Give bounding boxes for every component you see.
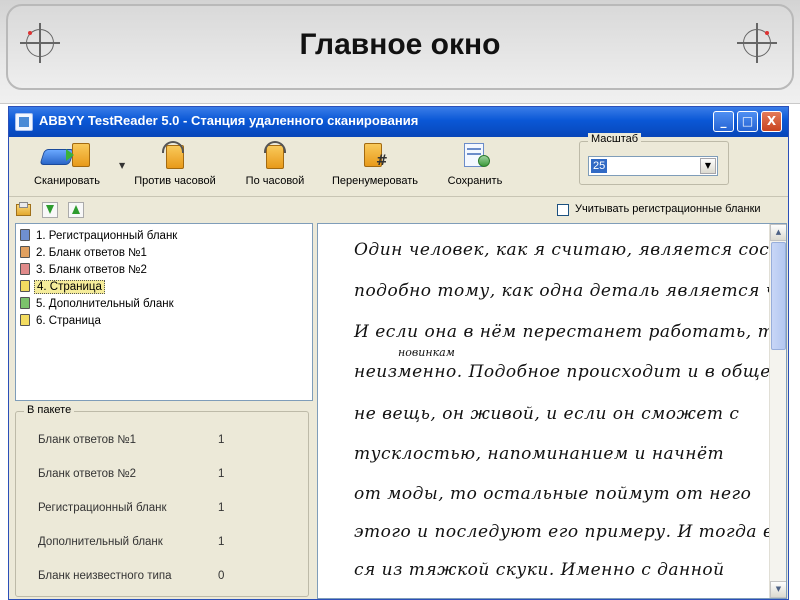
registration-form-icon xyxy=(20,229,30,241)
rotate-cw-label: По часовой xyxy=(245,175,305,187)
scan-button[interactable]: Сканировать xyxy=(19,139,115,195)
registration-forms-checkbox[interactable] xyxy=(557,204,569,216)
arrow-up-icon[interactable] xyxy=(67,201,85,219)
arrow-down-icon[interactable] xyxy=(41,201,59,219)
list-item[interactable]: 3. Бланк ответов №2 xyxy=(20,262,149,278)
open-batch-icon[interactable] xyxy=(15,201,33,219)
scan-dropdown-arrow-icon[interactable]: ▼ xyxy=(119,161,125,170)
list-item[interactable]: 6. Страница xyxy=(20,313,103,329)
list-item-label: 6. Страница xyxy=(36,315,101,327)
rotate-ccw-icon xyxy=(158,141,192,171)
packet-row-count: 1 xyxy=(218,536,225,548)
secondary-toolbar: Учитывать регистрационные бланки xyxy=(9,197,788,223)
scroll-down-icon[interactable]: ▼ xyxy=(770,581,786,598)
handwritten-line: ся из тяжкой скуки. Именно с данной xyxy=(354,560,725,580)
vertical-scrollbar[interactable]: ▲ ▼ xyxy=(769,224,786,598)
packet-row-label: Дополнительный бланк xyxy=(38,536,163,548)
packet-row-label: Бланк ответов №2 xyxy=(38,468,137,480)
handwritten-line: этого и последуют его примеру. И тогда в xyxy=(354,522,774,542)
list-item[interactable]: 1. Регистрационный бланк xyxy=(20,228,179,244)
rotate-cw-button[interactable]: По часовой xyxy=(237,139,313,195)
minimize-button[interactable]: _ xyxy=(713,111,734,132)
list-item[interactable]: 2. Бланк ответов №1 xyxy=(20,245,149,261)
answer-form-icon xyxy=(20,263,30,275)
handwritten-line: не вещь, он живой, и если он сможет с xyxy=(354,404,740,424)
window-title: ABBYY TestReader 5.0 - Станция удаленног… xyxy=(39,113,419,128)
main-toolbar: Сканировать ▼ Против часовой По часовой … xyxy=(9,133,788,197)
rotate-cw-icon xyxy=(258,141,292,171)
packet-row-label: Бланк ответов №1 xyxy=(38,434,137,446)
list-item-label: 1. Регистрационный бланк xyxy=(36,230,178,242)
list-item[interactable]: 5. Дополнительный бланк xyxy=(20,296,176,312)
list-item-label: 3. Бланк ответов №2 xyxy=(36,264,147,276)
packet-row-count: 1 xyxy=(218,502,225,514)
packet-row-count: 1 xyxy=(218,434,225,446)
packet-row-count: 1 xyxy=(218,468,225,480)
handwritten-line: И если она в нём перестанет работать, то xyxy=(354,322,785,342)
rotate-ccw-button[interactable]: Против часовой xyxy=(127,139,223,195)
save-button[interactable]: Сохранить xyxy=(437,139,513,195)
scan-button-label: Сканировать xyxy=(34,175,100,187)
packet-row-label: Регистрационный бланк xyxy=(38,502,167,514)
list-item-label: 5. Дополнительный бланк xyxy=(36,298,174,310)
scrollbar-thumb[interactable] xyxy=(771,242,786,350)
scanner-icon xyxy=(39,141,92,171)
app-icon xyxy=(15,113,33,131)
packet-summary-group: В пакете Бланк ответов №1 1 Бланк ответо… xyxy=(15,404,309,597)
answer-form-icon xyxy=(20,246,30,258)
save-icon xyxy=(458,141,492,171)
rotate-ccw-label: Против часовой xyxy=(134,175,216,187)
left-panel: 1. Регистрационный бланк 2. Бланк ответо… xyxy=(11,223,313,599)
packet-row-count: 0 xyxy=(218,570,225,582)
document-list: 1. Регистрационный бланк 2. Бланк ответо… xyxy=(15,223,313,401)
scale-group: Масштаб 25 ▼ xyxy=(579,133,729,185)
maximize-button[interactable]: □ xyxy=(737,111,758,132)
page-icon xyxy=(20,280,30,292)
app-window: ABBYY TestReader 5.0 - Станция удаленног… xyxy=(8,106,789,600)
list-item-selected[interactable]: 4. Страница xyxy=(20,279,105,295)
scale-value: 25 xyxy=(591,159,608,173)
list-item-label: 2. Бланк ответов №1 xyxy=(36,247,147,259)
handwritten-line: тусклостью, напоминанием и начнёт xyxy=(354,444,725,464)
additional-form-icon xyxy=(20,297,30,309)
slide-title: Главное окно xyxy=(299,28,501,61)
title-bar[interactable]: ABBYY TestReader 5.0 - Станция удаленног… xyxy=(9,107,788,137)
handwritten-line: Один человек, как я считаю, является сос xyxy=(354,240,770,260)
scale-label: Масштаб xyxy=(588,133,642,145)
chevron-down-icon[interactable]: ▼ xyxy=(700,158,716,174)
scanned-page-image: Один человек, как я считаю, является сос… xyxy=(318,224,786,598)
renumber-button[interactable]: # Перенумеровать xyxy=(325,139,425,195)
slide-header: Главное окно xyxy=(0,0,800,104)
scale-select[interactable]: 25 ▼ xyxy=(588,156,718,176)
close-button[interactable]: X xyxy=(761,111,782,132)
packet-row-label: Бланк неизвестного типа xyxy=(38,570,172,582)
page-icon xyxy=(20,314,30,326)
save-label: Сохранить xyxy=(447,175,503,187)
renumber-label: Перенумеровать xyxy=(332,175,418,187)
scroll-up-icon[interactable]: ▲ xyxy=(770,224,786,241)
handwritten-line: подобно тому, как одна деталь является ч xyxy=(354,281,777,301)
registration-forms-checkbox-label: Учитывать регистрационные бланки xyxy=(575,203,761,215)
list-item-label: 4. Страница xyxy=(34,280,105,294)
handwritten-insertion: новинкам xyxy=(398,346,455,359)
scanned-image-view[interactable]: Один человек, как я считаю, является сос… xyxy=(317,223,787,599)
handwritten-line: неизменно. Подобное происходит и в общес… xyxy=(354,362,787,382)
renumber-icon: # xyxy=(358,141,392,171)
packet-summary-title: В пакете xyxy=(24,404,75,416)
handwritten-line: от моды, то остальные поймут от него xyxy=(354,484,752,504)
